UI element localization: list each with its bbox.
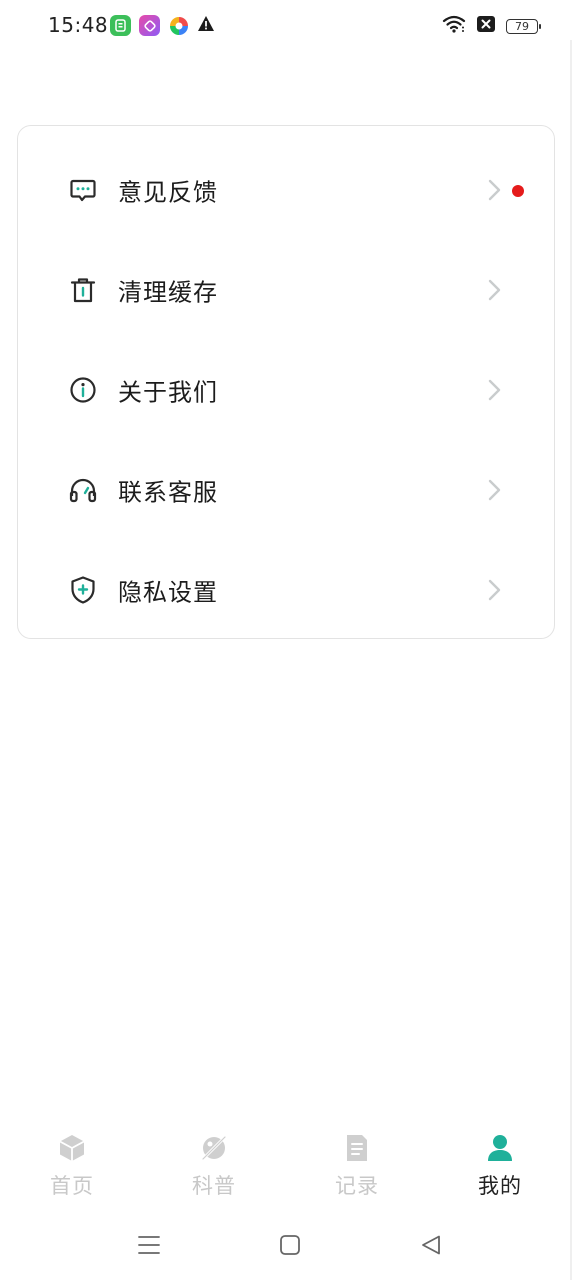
tab-label-records: 记录 xyxy=(335,1174,379,1198)
menu-item-privacy-settings[interactable]: 隐私设置 xyxy=(18,540,556,640)
warning-icon xyxy=(197,15,215,36)
tab-home[interactable]: 首页 xyxy=(27,1132,117,1208)
app-green-icon xyxy=(110,15,131,36)
record-document-icon xyxy=(341,1132,373,1164)
profile-icon xyxy=(484,1132,516,1164)
feedback-message-icon xyxy=(68,175,98,205)
app-pink-icon xyxy=(139,15,160,36)
battery-level: 79 xyxy=(515,19,529,33)
status-right-icons: 79 xyxy=(442,14,541,38)
bottom-tab-bar: 首页 科普 记录 我的 xyxy=(0,1120,572,1210)
tab-label-mine: 我的 xyxy=(478,1174,522,1198)
system-navigation-bar xyxy=(0,1220,572,1270)
settings-card: 意见反馈 清理缓存 关于我们 联系客服 隐私设置 xyxy=(17,125,555,639)
chevron-right-icon xyxy=(484,178,504,202)
menu-item-feedback[interactable]: 意见反馈 xyxy=(18,140,556,240)
profile-screen: 15:48 79 意见反馈 清理缓存 关于我们 联系客服 隐私设置 首页 科普 … xyxy=(0,0,572,1280)
home-cube-icon xyxy=(56,1132,88,1164)
science-icon xyxy=(198,1132,230,1164)
menu-label-privacy-settings: 隐私设置 xyxy=(118,578,218,607)
home-square-icon[interactable] xyxy=(277,1232,303,1258)
menu-label-clear-cache: 清理缓存 xyxy=(118,278,218,307)
tab-mine[interactable]: 我的 xyxy=(455,1132,545,1208)
menu-icon[interactable] xyxy=(136,1232,162,1258)
chevron-right-icon xyxy=(484,378,504,402)
tab-science[interactable]: 科普 xyxy=(169,1132,259,1208)
menu-item-about-us[interactable]: 关于我们 xyxy=(18,340,556,440)
menu-label-feedback: 意见反馈 xyxy=(118,178,218,207)
battery-icon: 79 xyxy=(506,18,541,34)
chevron-right-icon xyxy=(484,278,504,302)
menu-item-clear-cache[interactable]: 清理缓存 xyxy=(18,240,556,340)
notification-badge xyxy=(512,185,524,197)
wifi-icon xyxy=(442,14,466,38)
headset-icon xyxy=(68,475,98,505)
status-time: 15:48 xyxy=(48,13,109,37)
status-bar: 15:48 79 xyxy=(0,0,572,52)
menu-label-about-us: 关于我们 xyxy=(118,378,218,407)
info-icon xyxy=(68,375,98,405)
shield-icon xyxy=(68,575,98,605)
tab-records[interactable]: 记录 xyxy=(312,1132,402,1208)
trash-icon xyxy=(68,275,98,305)
status-app-icons xyxy=(110,15,215,36)
tab-label-home: 首页 xyxy=(50,1174,94,1198)
chevron-right-icon xyxy=(484,478,504,502)
chevron-right-icon xyxy=(484,578,504,602)
menu-label-customer-service: 联系客服 xyxy=(118,478,218,507)
tab-label-science: 科普 xyxy=(192,1174,236,1198)
app-colorful-icon xyxy=(168,15,189,36)
menu-item-customer-service[interactable]: 联系客服 xyxy=(18,440,556,540)
back-triangle-icon[interactable] xyxy=(418,1232,444,1258)
notification-x-icon xyxy=(476,15,496,37)
